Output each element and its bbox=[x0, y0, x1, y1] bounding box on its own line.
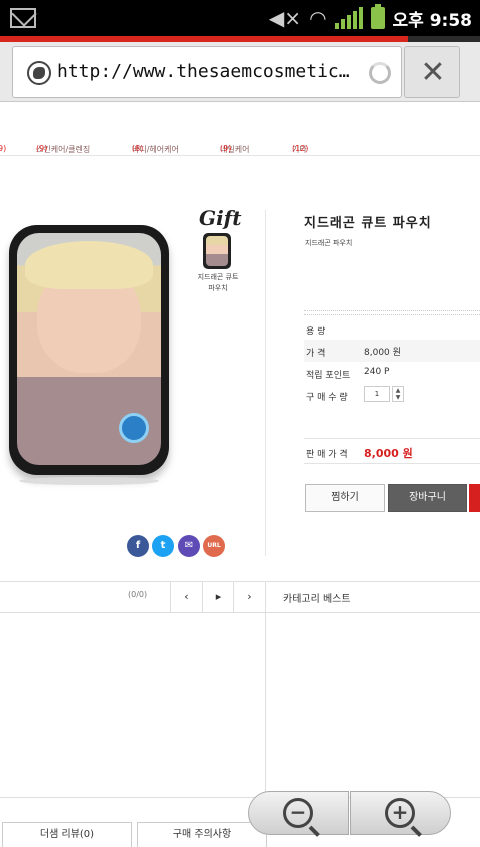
gift-item-label: 지드래곤 큐트 파우치 bbox=[197, 273, 239, 292]
zoom-out-button[interactable]: − bbox=[248, 791, 349, 835]
product-name: 지드래곤 큐트 파우치 bbox=[304, 216, 432, 231]
pager-prev-button[interactable]: ‹ bbox=[170, 582, 202, 612]
info-row-volume: 용 량 bbox=[306, 327, 326, 337]
info-row-price: 가 격 8,000 원 bbox=[304, 340, 480, 362]
info-row-points: 적립 포인트 240 P bbox=[306, 367, 390, 381]
wishlist-button[interactable]: 찜하기 bbox=[305, 484, 385, 512]
sale-price-row: 판 매 가 격 8,000 원 bbox=[304, 438, 480, 464]
badge-icon bbox=[119, 413, 149, 443]
tab-review[interactable]: 더샘 리뷰(0) bbox=[2, 822, 132, 847]
pouch-photo bbox=[9, 225, 169, 475]
product-subtitle: 지드래곤 파우치 bbox=[305, 239, 353, 247]
quantity-input[interactable]: 1 bbox=[364, 386, 390, 402]
add-to-cart-button[interactable]: 장바구니 bbox=[388, 484, 467, 512]
browser-toolbar: http://www.thesaemcosmetic… ✕ bbox=[0, 42, 480, 102]
zoom-in-icon: + bbox=[385, 798, 415, 828]
chevron-up-icon[interactable]: ▲ bbox=[393, 387, 403, 394]
category-best-title: 카테고리 베스트 bbox=[283, 594, 351, 605]
loading-spinner-icon bbox=[369, 62, 391, 84]
zoom-out-icon: − bbox=[283, 798, 313, 828]
gift-thumbnail[interactable] bbox=[203, 233, 231, 269]
globe-icon bbox=[27, 61, 51, 85]
sale-price: 8,000 원 bbox=[364, 447, 413, 460]
status-bar: ◀× ◠ 오후 9:58 bbox=[0, 0, 480, 36]
battery-icon bbox=[370, 4, 385, 29]
gift-title: Gift bbox=[199, 206, 242, 230]
status-time: 오후 9:58 bbox=[392, 10, 472, 31]
divider bbox=[265, 210, 266, 556]
twitter-icon[interactable]: t bbox=[152, 535, 174, 557]
product-image[interactable] bbox=[9, 225, 169, 487]
mail-icon bbox=[10, 8, 36, 28]
wifi-icon: ◠ bbox=[309, 6, 327, 30]
facebook-icon[interactable]: f bbox=[127, 535, 149, 557]
buy-now-button[interactable] bbox=[469, 484, 480, 512]
signal-icon bbox=[334, 7, 363, 29]
pager-play-button[interactable]: ▸ bbox=[202, 582, 234, 612]
url-bar[interactable]: http://www.thesaemcosmetic… bbox=[12, 46, 402, 98]
copy-url-icon[interactable]: URL bbox=[203, 535, 225, 557]
stop-loading-button[interactable]: ✕ bbox=[404, 46, 460, 98]
tab-purchase-notice[interactable]: 구매 주의사항 bbox=[137, 822, 267, 847]
pager-next-button[interactable]: › bbox=[233, 582, 265, 612]
pager-count: (0/0) bbox=[128, 590, 148, 599]
quantity-stepper[interactable]: ▲ ▼ bbox=[392, 386, 404, 402]
chevron-down-icon[interactable]: ▼ bbox=[393, 394, 403, 401]
url-text[interactable]: http://www.thesaemcosmetic… bbox=[57, 61, 369, 82]
mute-icon: ◀× bbox=[268, 6, 302, 30]
status-icons: ◀× ◠ 오후 9:58 bbox=[268, 4, 472, 31]
category-nav: 9) 스킨케어/클렌징 (9) 바디/헤어케어 (8) 네일케어 (9) 기타 … bbox=[0, 116, 480, 156]
close-icon: ✕ bbox=[420, 55, 446, 90]
message-icon[interactable]: ✉ bbox=[178, 535, 200, 557]
zoom-in-button[interactable]: + bbox=[350, 791, 451, 835]
